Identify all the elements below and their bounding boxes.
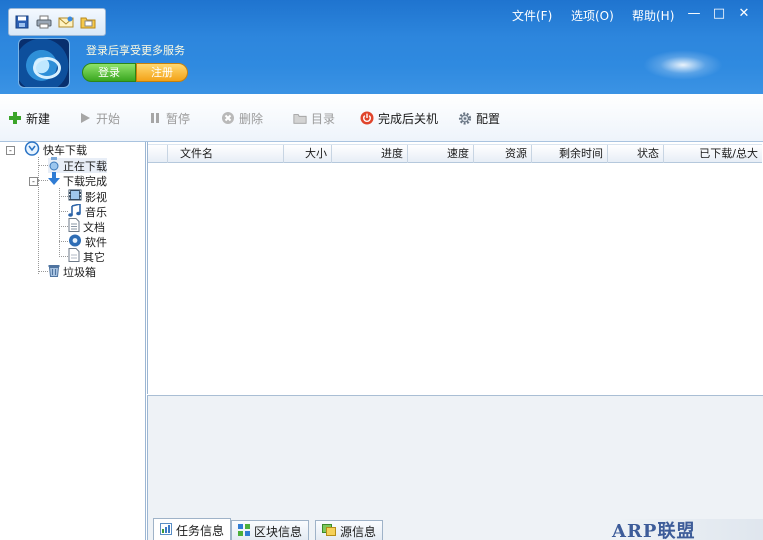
column-header-remaining-time[interactable]: 剩余时间 [532,145,608,163]
tree-label: 下载完成 [63,174,107,188]
column-header-speed[interactable]: 速度 [408,145,474,163]
tree-label: 其它 [83,250,105,264]
close-button[interactable]: ✕ [736,6,752,22]
play-icon [78,111,92,125]
tree-item-downloading[interactable]: 正在下载 [48,157,107,173]
source-info-icon [322,523,336,539]
column-header-status[interactable]: 状态 [608,145,664,163]
power-icon [360,111,374,125]
menu-file[interactable]: 文件(F) [512,7,552,24]
tree-label: 影视 [85,190,107,204]
column-header-progress[interactable]: 进度 [332,145,408,163]
minimize-button[interactable]: — [686,6,702,22]
document-icon [68,218,80,235]
tree-label: 正在下载 [63,159,107,173]
trash-icon [48,264,60,280]
new-button[interactable]: 新建 [8,109,50,127]
block-info-icon [238,523,250,539]
watermark: ARP联盟 [612,521,696,540]
tree-item-trash[interactable]: 垃圾箱 [48,264,96,279]
tree-label: 垃圾箱 [63,265,96,279]
app-header: 登录后享受更多服务 登录 注册 文件(F) 选项(O) 帮助(H) — □ ✕ [0,0,763,94]
login-button[interactable]: 登录 [82,63,136,82]
tree-item-music[interactable]: 音乐 [68,202,107,219]
tab-label: 源信息 [340,524,377,539]
category-tree: - 快车下载 正在下载 - 下载完成 影视 音乐 文档 软件 其它 垃圾箱 [0,140,146,540]
tree-item-document[interactable]: 文档 [68,218,105,235]
folder-icon [293,111,307,125]
mail-icon[interactable] [57,13,75,31]
tree-connector [38,165,48,166]
maximize-button[interactable]: □ [711,6,727,22]
tree-connector [59,226,68,227]
tree-item-root[interactable]: 快车下载 [24,140,87,159]
delete-label: 删除 [239,111,264,126]
delete-button[interactable]: 删除 [221,109,263,127]
save-icon[interactable] [13,13,31,31]
column-header-select[interactable] [148,145,168,163]
column-header-filename[interactable]: 文件名 [168,145,284,163]
config-label: 配置 [476,111,501,126]
column-header-row: 文件名 大小 进度 速度 资源 剩余时间 状态 已下载/总大 [148,144,762,163]
tree-connector [59,188,60,257]
tree-connector [59,241,68,242]
print-icon[interactable] [35,13,53,31]
column-header-size[interactable]: 大小 [284,145,332,163]
column-header-downloaded-total[interactable]: 已下载/总大 [664,145,762,163]
directory-label: 目录 [311,111,336,126]
plus-icon [8,111,22,125]
gear-icon [458,111,472,125]
menu-help[interactable]: 帮助(H) [632,7,674,24]
tree-expander[interactable]: - [6,146,15,155]
task-info-icon [160,522,172,538]
tree-connector [38,271,48,272]
tree-item-software[interactable]: 软件 [68,234,107,249]
tree-item-video[interactable]: 影视 [68,189,107,204]
shutdown-after-button[interactable]: 完成后关机 [360,109,438,127]
tree-item-completed[interactable]: 下载完成 [48,172,107,189]
tree-connector [38,157,39,274]
main-toolbar: 新建 开始 暂停 删除 目录 完成后关机 配置 [0,94,763,142]
folder-icon[interactable] [79,13,97,31]
delete-icon [221,111,235,125]
tab-label: 区块信息 [254,524,303,539]
film-icon [68,189,82,204]
app-logo [18,38,70,88]
tree-label: 软件 [85,235,107,249]
task-list: 文件名 大小 进度 速度 资源 剩余时间 状态 已下载/总大 ◀ ▶ [147,142,763,535]
start-button[interactable]: 开始 [78,109,120,127]
tree-label: 音乐 [85,205,107,219]
pause-button[interactable]: 暂停 [148,109,190,127]
flashget-icon [24,140,40,159]
shutdown-after-label: 完成后关机 [378,111,439,126]
column-header-sources[interactable]: 资源 [474,145,532,163]
tree-item-other[interactable]: 其它 [68,248,105,265]
menu-options[interactable]: 选项(O) [571,7,614,24]
tree-connector [59,196,68,197]
tree-expander[interactable]: - [29,177,38,186]
tab-block-info[interactable]: 区块信息 [231,520,310,540]
quick-access-bar [8,8,106,36]
down-arrow-icon [48,172,60,189]
tab-task-info[interactable]: 任务信息 [153,518,232,540]
tab-source-info[interactable]: 源信息 [315,520,384,540]
tree-label: 快车下载 [43,143,87,157]
promo-text: 登录后享受更多服务 [86,44,185,57]
new-label: 新建 [26,111,51,126]
config-button[interactable]: 配置 [458,109,500,127]
tab-label: 任务信息 [176,523,225,538]
other-file-icon [68,248,80,265]
start-label: 开始 [96,111,121,126]
pause-label: 暂停 [166,111,191,126]
register-button[interactable]: 注册 [136,63,188,82]
directory-button[interactable]: 目录 [293,109,335,127]
pause-icon [148,111,162,125]
tree-connector [59,256,68,257]
tree-connector [38,180,48,181]
tree-connector [59,211,68,212]
tree-label: 文档 [83,220,105,234]
